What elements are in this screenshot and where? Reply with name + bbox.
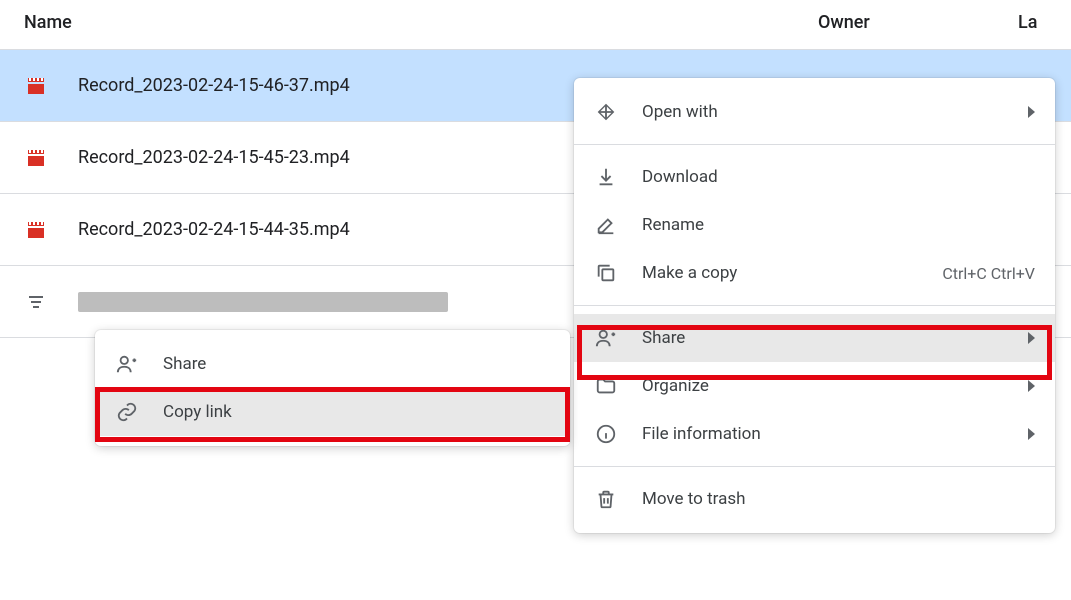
menu-label: Share (163, 354, 550, 374)
share-submenu: Share Copy link (95, 330, 570, 446)
video-file-icon (24, 74, 48, 98)
menu-download[interactable]: Download (574, 153, 1055, 201)
menu-label: Copy link (163, 402, 550, 422)
person-add-icon (594, 326, 618, 350)
menu-label: Move to trash (642, 489, 1035, 509)
menu-divider (574, 466, 1055, 467)
video-file-icon (24, 146, 48, 170)
form-file-icon (24, 290, 48, 314)
menu-shortcut: Ctrl+C Ctrl+V (942, 264, 1035, 283)
file-name: Record_2023-02-24-15-45-23.mp4 (78, 147, 350, 168)
menu-label: Download (642, 167, 1035, 187)
menu-organize[interactable]: Organize (574, 362, 1055, 410)
person-add-icon (115, 352, 139, 376)
table-header: Name Owner La (0, 0, 1071, 50)
menu-make-copy[interactable]: Make a copy Ctrl+C Ctrl+V (574, 249, 1055, 297)
chevron-right-icon (1028, 332, 1035, 344)
context-menu: Open with Download Rename Make a copy Ct… (574, 78, 1055, 533)
menu-label: Rename (642, 215, 1035, 235)
download-icon (594, 165, 618, 189)
menu-rename[interactable]: Rename (574, 201, 1055, 249)
column-header-owner[interactable]: Owner (818, 12, 1018, 33)
column-header-date[interactable]: La (1018, 12, 1071, 33)
trash-icon (594, 487, 618, 511)
rename-icon (594, 213, 618, 237)
open-with-icon (594, 100, 618, 124)
submenu-share[interactable]: Share (95, 340, 570, 388)
menu-move-to-trash[interactable]: Move to trash (574, 475, 1055, 523)
menu-share[interactable]: Share (574, 314, 1055, 362)
file-name: Record_2023-02-24-15-44-35.mp4 (78, 219, 350, 240)
menu-label: Share (642, 328, 1020, 348)
video-file-icon (24, 218, 48, 242)
chevron-right-icon (1028, 428, 1035, 440)
menu-label: File information (642, 424, 1020, 444)
chevron-right-icon (1028, 380, 1035, 392)
menu-label: Make a copy (642, 263, 942, 283)
info-icon (594, 422, 618, 446)
file-name: Record_2023-02-24-15-46-37.mp4 (78, 75, 350, 96)
copy-icon (594, 261, 618, 285)
column-header-name[interactable]: Name (0, 12, 818, 33)
folder-icon (594, 374, 618, 398)
menu-open-with[interactable]: Open with (574, 88, 1055, 136)
menu-file-information[interactable]: File information (574, 410, 1055, 458)
submenu-copy-link[interactable]: Copy link (95, 388, 570, 436)
menu-divider (574, 144, 1055, 145)
link-icon (115, 400, 139, 424)
menu-label: Organize (642, 376, 1020, 396)
menu-divider (574, 305, 1055, 306)
chevron-right-icon (1028, 106, 1035, 118)
menu-label: Open with (642, 102, 1020, 122)
redacted-file-name (78, 292, 448, 312)
